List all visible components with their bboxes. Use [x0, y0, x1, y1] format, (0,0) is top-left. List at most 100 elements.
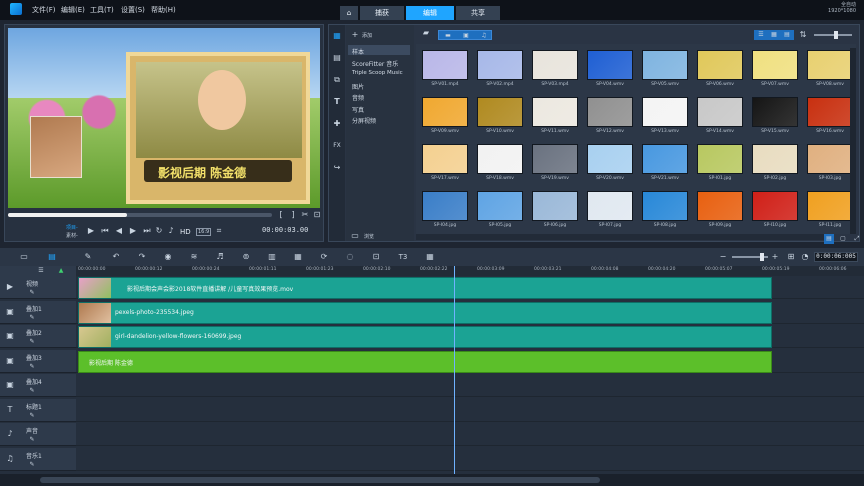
library-thumbnail[interactable]	[752, 144, 798, 174]
enlarge-icon[interactable]: ⊡	[312, 210, 322, 220]
tab-share[interactable]: 共享	[456, 6, 500, 20]
folder-item[interactable]: 分屏视频	[352, 116, 376, 125]
edit-icon[interactable]: ✎	[28, 337, 36, 347]
menu-file[interactable]: 文件(F)	[32, 5, 56, 15]
tools-icon[interactable]: ✎	[82, 252, 94, 262]
folder-item[interactable]: 图片	[352, 82, 364, 91]
detail-view-icon[interactable]: ▤	[781, 30, 793, 40]
library-thumbnail[interactable]	[587, 144, 633, 174]
timeline-clip[interactable]: pexels-photo-235534.jpeg	[78, 301, 772, 324]
edit-icon[interactable]: ✎	[28, 460, 36, 470]
close-options-icon[interactable]: ▢	[838, 234, 848, 244]
import-folder-icon[interactable]: ▰	[420, 28, 432, 38]
browse-icon[interactable]: ▭	[350, 231, 360, 241]
3d-title-icon[interactable]: T3	[396, 252, 410, 262]
subtitle-editor-icon[interactable]: ▥	[266, 252, 278, 262]
track-header[interactable]: ♪ 声音 ✎	[0, 423, 76, 446]
mask-creator-icon[interactable]: ◌	[344, 252, 356, 262]
motion-tracking-icon[interactable]: ⊚	[240, 252, 252, 262]
browse-label[interactable]: 浏览	[364, 233, 374, 240]
zoom-slider-handle[interactable]	[760, 253, 764, 261]
library-thumbnail[interactable]	[587, 97, 633, 127]
fx-filter-icon[interactable]: FX	[332, 141, 342, 151]
expand-icon[interactable]: ⤢	[852, 234, 862, 244]
library-thumbnail[interactable]	[807, 97, 853, 127]
title-category-icon[interactable]: T	[332, 97, 342, 107]
library-thumbnail[interactable]	[587, 191, 633, 221]
instant-project-icon[interactable]: ▤	[332, 53, 342, 63]
mark-in-icon[interactable]: [	[276, 210, 286, 220]
sort-icon[interactable]: ⇅	[798, 30, 808, 40]
edit-icon[interactable]: ✎	[28, 411, 36, 421]
timeline-ruler[interactable]: 00:00:00:00 00:00:00:12 00:00:00:24 00:00:0…	[76, 266, 864, 276]
mark-out-icon[interactable]: ]	[288, 210, 298, 220]
repeat-icon[interactable]: ↻	[154, 226, 164, 236]
filter-video-icon[interactable]: ▬	[441, 31, 455, 41]
folder-item[interactable]: 写真	[352, 105, 364, 114]
slider-handle[interactable]	[834, 31, 838, 39]
track-row[interactable]	[76, 448, 864, 471]
library-scrollbar[interactable]	[416, 234, 824, 240]
track-header[interactable]: ▣ 叠加2 ✎	[0, 325, 76, 348]
playhead[interactable]	[454, 266, 456, 474]
menu-edit[interactable]: 编辑(E)	[61, 5, 85, 15]
library-thumbnail[interactable]	[642, 50, 688, 80]
menu-settings[interactable]: 设置(S)	[121, 5, 145, 15]
crop-icon[interactable]: ⌗	[214, 226, 224, 236]
library-thumbnail[interactable]	[642, 144, 688, 174]
library-thumbnail[interactable]	[532, 191, 578, 221]
record-capture-icon[interactable]: ◉	[162, 252, 174, 262]
aspect-ratio-button[interactable]: 16:9	[196, 228, 212, 236]
home-tab-icon[interactable]: ⌂	[340, 6, 358, 20]
edit-icon[interactable]: ✎	[28, 435, 36, 445]
timeline-clip[interactable]: girl-dandelion-yellow-flowers-160699.jpe…	[78, 326, 772, 348]
track-row[interactable]	[76, 423, 864, 446]
preview-timecode[interactable]: 00:00:03.00	[262, 226, 308, 234]
previous-frame-icon[interactable]: ◀	[114, 226, 124, 236]
redo-icon[interactable]: ↷	[136, 252, 148, 262]
folder-item[interactable]: 音频	[352, 93, 364, 102]
library-thumbnail[interactable]	[752, 191, 798, 221]
edit-icon[interactable]: ✎	[28, 386, 36, 396]
chapter-point-icon[interactable]: ▲	[56, 266, 66, 276]
transition-icon[interactable]: ⧉	[332, 75, 342, 85]
auto-music-icon[interactable]: ♬	[214, 252, 226, 262]
hd-toggle[interactable]: HD	[180, 228, 191, 236]
home-start-icon[interactable]: ⏮	[100, 226, 110, 236]
add-folder-icon[interactable]: +	[350, 30, 360, 40]
library-thumbnail[interactable]	[422, 97, 468, 127]
horizontal-scroll-thumb[interactable]	[40, 477, 600, 483]
media-category-icon[interactable]: ▦	[332, 31, 342, 41]
split-screen-icon[interactable]: ▦	[424, 252, 436, 262]
folder-item[interactable]: ScoreFitter 音乐	[352, 59, 398, 68]
timeline-zoom-slider[interactable]	[732, 253, 768, 261]
menu-tools[interactable]: 工具(T)	[90, 5, 114, 15]
track-header[interactable]: ▣ 叠加1 ✎	[0, 300, 76, 324]
preview-scrubber-track[interactable]	[8, 213, 272, 217]
thumbnail-size-slider[interactable]	[814, 31, 852, 39]
track-header[interactable]: ▣ 叠加4 ✎	[0, 374, 76, 397]
library-thumbnail[interactable]	[752, 50, 798, 80]
timeline-clip[interactable]: 影视后期会声会影2018软件直播讲解 /儿童写真效果预览.mov	[78, 277, 772, 299]
library-thumbnail[interactable]	[532, 97, 578, 127]
track-manager-icon[interactable]: ☰	[36, 266, 46, 276]
path-icon[interactable]: ↪	[332, 163, 342, 173]
tab-edit[interactable]: 编辑	[406, 6, 454, 20]
end-icon[interactable]: ⏭	[142, 226, 152, 236]
timeline-view-icon[interactable]: ▤	[46, 252, 58, 262]
library-thumbnail[interactable]	[587, 50, 633, 80]
next-frame-icon[interactable]: ▶	[128, 226, 138, 236]
storyboard-view-icon[interactable]: ▭	[18, 252, 30, 262]
library-thumbnail[interactable]	[532, 144, 578, 174]
library-thumbnail[interactable]	[532, 50, 578, 80]
zoom-out-icon[interactable]: −	[718, 252, 728, 262]
library-thumbnail[interactable]	[807, 50, 853, 80]
library-thumbnail[interactable]	[422, 191, 468, 221]
timeline-clip[interactable]: 影视后期 陈金德	[78, 350, 772, 373]
track-header[interactable]: ▶ 视频 ✎	[0, 276, 76, 299]
track-row[interactable]	[76, 374, 864, 397]
undo-icon[interactable]: ↶	[110, 252, 122, 262]
library-thumbnail[interactable]	[642, 97, 688, 127]
filter-audio-icon[interactable]: ♫	[477, 31, 491, 41]
volume-icon[interactable]: ♪	[166, 226, 176, 236]
